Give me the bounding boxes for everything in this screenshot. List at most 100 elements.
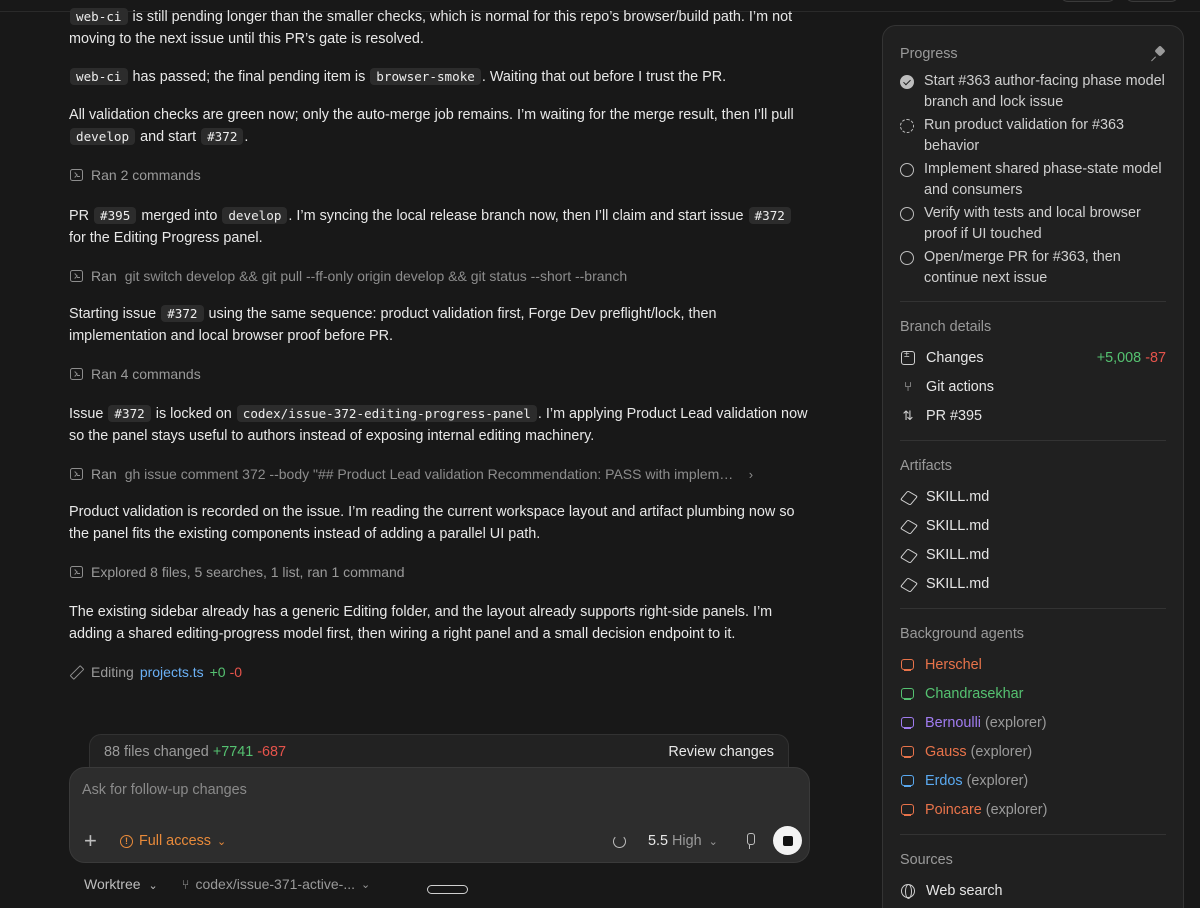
chevron-down-icon: ⌄ bbox=[216, 835, 227, 848]
sources-section-title: Sources bbox=[900, 852, 953, 868]
progress-step: Start #363 author-facing phase model bra… bbox=[900, 71, 1166, 113]
robot-icon bbox=[900, 745, 915, 759]
message-paragraph: All validation checks are green now; onl… bbox=[69, 107, 794, 146]
inline-code: develop bbox=[222, 207, 288, 224]
robot-icon bbox=[900, 687, 915, 701]
message-paragraph: web-ci has passed; the final pending ite… bbox=[69, 66, 809, 88]
empty-circle-icon bbox=[900, 207, 914, 221]
model-selector[interactable]: 5.5 High ⌄ bbox=[648, 833, 718, 849]
agents-section-title: Background agents bbox=[900, 626, 1025, 642]
stop-button[interactable] bbox=[773, 826, 802, 855]
chevron-right-icon[interactable]: › bbox=[749, 467, 753, 482]
agent-item[interactable]: Chandrasekhar bbox=[900, 679, 1166, 708]
microphone-icon[interactable] bbox=[745, 833, 755, 849]
inline-code: #395 bbox=[94, 207, 137, 224]
inline-code: #372 bbox=[161, 305, 204, 322]
inline-code: web-ci bbox=[70, 8, 128, 25]
loading-spinner-icon bbox=[613, 835, 626, 848]
pull-request-icon: ⇅ bbox=[902, 407, 914, 423]
agent-item[interactable]: Herschel bbox=[900, 650, 1166, 679]
git-branch-icon: ⑂ bbox=[181, 876, 190, 892]
terminal-icon bbox=[70, 566, 83, 578]
pull-request-row[interactable]: ⇅ PR #395 bbox=[900, 401, 1166, 430]
terminal-icon bbox=[70, 368, 83, 380]
git-actions-row[interactable]: ⑂ Git actions bbox=[900, 372, 1166, 401]
robot-icon bbox=[900, 803, 915, 817]
file-link[interactable]: projects.ts bbox=[140, 664, 204, 680]
package-icon bbox=[902, 577, 915, 591]
progress-steps: Start #363 author-facing phase model bra… bbox=[900, 71, 1166, 289]
terminal-icon bbox=[70, 169, 83, 181]
scroll-handle[interactable] bbox=[427, 885, 468, 894]
files-changed-summary: 88 files changed +7741 -687 bbox=[104, 744, 287, 760]
command-row[interactable]: Ran git switch develop && git pull --ff-… bbox=[70, 266, 810, 286]
worktree-dropdown[interactable]: Worktree ⌄ bbox=[84, 876, 158, 892]
globe-icon bbox=[901, 883, 915, 899]
artifact-item[interactable]: SKILL.md bbox=[900, 540, 1166, 569]
top-toolbar-button[interactable] bbox=[1125, 0, 1179, 2]
git-branch-icon: ⑂ bbox=[904, 379, 912, 394]
message-paragraph: web-ci is still pending longer than the … bbox=[69, 8, 793, 48]
artifact-item[interactable]: SKILL.md bbox=[900, 482, 1166, 511]
terminal-icon bbox=[70, 270, 83, 282]
progress-step: Run product validation for #363 behavior bbox=[900, 115, 1166, 157]
terminal-icon bbox=[70, 468, 83, 480]
robot-icon bbox=[900, 716, 915, 730]
agent-item[interactable]: Erdos (explorer) bbox=[900, 766, 1166, 795]
branch-dropdown[interactable]: ⑂ codex/issue-371-active-... ⌄ bbox=[182, 876, 371, 892]
divider bbox=[900, 301, 1166, 302]
pencil-icon bbox=[70, 666, 83, 679]
progress-step: Verify with tests and local browser proo… bbox=[900, 203, 1166, 245]
empty-circle-icon bbox=[900, 251, 914, 265]
package-icon bbox=[902, 548, 915, 562]
artifact-item[interactable]: SKILL.md bbox=[900, 569, 1166, 598]
command-summary-row[interactable]: Ran 2 commands bbox=[70, 165, 810, 185]
inline-code: #372 bbox=[201, 128, 244, 146]
artifacts-section-title: Artifacts bbox=[900, 458, 952, 474]
conversation: web-ci is still pending longer than the … bbox=[0, 0, 878, 908]
message-paragraph: Issue #372 is locked on codex/issue-372-… bbox=[69, 405, 808, 445]
diff-icon bbox=[901, 349, 915, 365]
check-circle-icon bbox=[900, 75, 914, 89]
command-row[interactable]: Ran gh issue comment 372 --body "## Prod… bbox=[70, 464, 810, 484]
composer: Ask for follow-up changes + ! Full acces… bbox=[69, 767, 810, 863]
branch-details: Changes +5,008 -87 ⑂ Git actions ⇅ PR #3… bbox=[900, 343, 1166, 430]
lines-added: +0 bbox=[209, 664, 226, 680]
agent-item[interactable]: Poincare (explorer) bbox=[900, 795, 1166, 824]
empty-circle-icon bbox=[900, 163, 914, 177]
agent-item[interactable]: Gauss (explorer) bbox=[900, 737, 1166, 766]
agents-list: Herschel Chandrasekhar Bernoulli (explore… bbox=[900, 650, 1166, 824]
branch-section-title: Branch details bbox=[900, 319, 992, 335]
command-summary-row[interactable]: Ran 4 commands bbox=[70, 364, 810, 384]
review-changes-button[interactable]: Review changes bbox=[668, 744, 774, 760]
divider bbox=[900, 608, 1166, 609]
inline-code: web-ci bbox=[70, 68, 128, 85]
artifacts-list: SKILL.md SKILL.md SKILL.md SKILL.md bbox=[900, 482, 1166, 598]
lines-removed: -0 bbox=[229, 664, 243, 680]
web-search-source[interactable]: Web search bbox=[900, 876, 1166, 905]
artifact-item[interactable]: SKILL.md bbox=[900, 511, 1166, 540]
pin-icon[interactable] bbox=[1152, 47, 1166, 61]
in-progress-circle-icon bbox=[900, 119, 914, 133]
progress-step: Implement shared phase-state model and c… bbox=[900, 159, 1166, 201]
inline-code: develop bbox=[70, 128, 136, 146]
changes-row[interactable]: Changes +5,008 -87 bbox=[900, 343, 1166, 372]
inline-code: #372 bbox=[108, 405, 151, 422]
access-mode-dropdown[interactable]: ! Full access ⌄ bbox=[120, 833, 226, 849]
package-icon bbox=[902, 519, 915, 533]
add-attachment-button[interactable]: + bbox=[84, 830, 97, 852]
inline-code: #372 bbox=[748, 207, 791, 224]
divider bbox=[900, 834, 1166, 835]
divider bbox=[900, 440, 1166, 441]
command-summary-row[interactable]: Explored 8 files, 5 searches, 1 list, ra… bbox=[70, 562, 810, 582]
message-paragraph: Product validation is recorded on the is… bbox=[69, 504, 795, 543]
follow-up-input[interactable]: Ask for follow-up changes bbox=[82, 782, 247, 798]
agent-item[interactable]: Bernoulli (explorer) bbox=[900, 708, 1166, 737]
top-toolbar-button[interactable] bbox=[1060, 0, 1116, 2]
robot-icon bbox=[900, 658, 915, 672]
warning-icon: ! bbox=[120, 834, 133, 848]
inline-code: codex/issue-372-editing-progress-panel bbox=[236, 405, 537, 422]
message-paragraph: The existing sidebar already has a gener… bbox=[69, 604, 773, 643]
stop-icon bbox=[782, 835, 793, 846]
robot-icon bbox=[900, 774, 915, 788]
